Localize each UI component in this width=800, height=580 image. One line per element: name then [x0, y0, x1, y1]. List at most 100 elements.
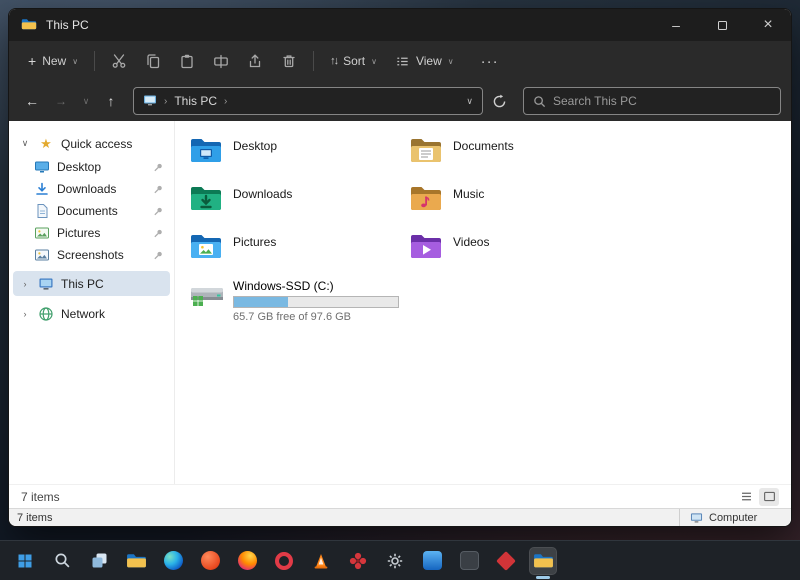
- pin-icon: [153, 250, 164, 261]
- drive-icon: [189, 279, 225, 309]
- sidebar-item-label: This PC: [61, 277, 104, 291]
- chevron-right-icon[interactable]: ›: [19, 279, 31, 289]
- folder-label: Pictures: [233, 235, 276, 249]
- taskbar-file-explorer-button[interactable]: [123, 548, 149, 574]
- back-button[interactable]: ←: [19, 88, 45, 114]
- breadcrumb-this-pc[interactable]: This PC: [174, 94, 217, 108]
- recent-locations-button[interactable]: ∨: [77, 88, 95, 114]
- brave-logo: [201, 551, 220, 570]
- folder-tile-videos[interactable]: Videos: [409, 231, 629, 263]
- close-button[interactable]: ×: [745, 9, 791, 41]
- brave-icon[interactable]: [197, 548, 223, 574]
- red-app-icon[interactable]: [493, 548, 519, 574]
- network-globe-icon: [37, 306, 55, 322]
- folder-label: Videos: [453, 235, 489, 249]
- view-button[interactable]: View ∨: [386, 46, 463, 76]
- search-input[interactable]: [553, 94, 771, 108]
- dark-app-icon[interactable]: [456, 548, 482, 574]
- toolbar-separator: [94, 51, 95, 71]
- address-dropdown-chevron[interactable]: ∨: [466, 96, 473, 107]
- rename-button[interactable]: [204, 46, 238, 76]
- chevron-down-icon[interactable]: ∨: [19, 138, 31, 149]
- folder-tile-pictures[interactable]: Pictures: [189, 231, 409, 263]
- sidebar-item-network[interactable]: › Network: [13, 301, 170, 326]
- folder-tile-downloads[interactable]: Downloads: [189, 183, 409, 215]
- view-list-icon: [395, 54, 410, 69]
- settings-icon[interactable]: [382, 548, 408, 574]
- folder-tile-documents[interactable]: Documents: [409, 135, 629, 167]
- status-zone-label: Computer: [709, 512, 757, 524]
- window-title: This PC: [46, 18, 89, 32]
- items-count: 7 items: [21, 490, 60, 504]
- sidebar-item-pictures[interactable]: Pictures: [13, 222, 170, 244]
- maximize-button[interactable]: [699, 9, 745, 41]
- edge-icon[interactable]: [160, 548, 186, 574]
- dark-app-logo: [460, 551, 479, 570]
- opera-icon[interactable]: [271, 548, 297, 574]
- share-button[interactable]: [238, 46, 272, 76]
- plus-icon: +: [28, 53, 36, 69]
- blue-app-icon[interactable]: [419, 548, 445, 574]
- sidebar-item-label: Quick access: [61, 137, 132, 151]
- sidebar-item-documents[interactable]: Documents: [13, 200, 170, 222]
- delete-button[interactable]: [272, 46, 306, 76]
- folder-grid: Desktop Documents Downloads Music: [189, 135, 791, 263]
- search-icon: [533, 95, 546, 108]
- sidebar-item-screenshots[interactable]: Screenshots: [13, 244, 170, 266]
- opera-logo: [275, 552, 293, 570]
- chevron-right-icon[interactable]: ›: [19, 309, 31, 319]
- music-folder-icon: [409, 183, 443, 213]
- sidebar-item-quick-access[interactable]: ∨ ★ Quick access: [13, 131, 170, 156]
- thumbnails-view-button[interactable]: [759, 488, 779, 506]
- explorer-content: ∨ ★ Quick access Desktop: [9, 121, 791, 484]
- taskbar-search-button[interactable]: [49, 548, 75, 574]
- pinwheel-app-icon[interactable]: [345, 548, 371, 574]
- task-view-button[interactable]: [86, 548, 112, 574]
- details-view-button[interactable]: [736, 488, 756, 506]
- firefox-icon[interactable]: [234, 548, 260, 574]
- task-view-icon: [91, 552, 108, 569]
- folder-label: Documents: [453, 139, 514, 153]
- up-button[interactable]: ↑: [98, 88, 124, 114]
- title-bar: This PC – ×: [9, 9, 791, 41]
- vlc-icon[interactable]: [308, 548, 334, 574]
- forward-button[interactable]: →: [48, 88, 74, 114]
- delete-icon: [281, 53, 297, 69]
- sidebar-item-label: Desktop: [57, 160, 101, 174]
- sidebar-item-this-pc[interactable]: › This PC: [13, 271, 170, 296]
- chevron-right-icon: ›: [164, 96, 167, 107]
- sidebar-item-downloads[interactable]: Downloads: [13, 178, 170, 200]
- sort-label: Sort: [343, 54, 365, 68]
- see-more-button[interactable]: ···: [473, 46, 507, 76]
- navigation-bar: ← → ∨ ↑ › This PC › ∨: [9, 81, 791, 121]
- window-controls: – ×: [653, 9, 791, 41]
- sidebar-item-label: Network: [61, 307, 105, 321]
- search-box: [523, 87, 781, 115]
- desktop-folder-icon: [189, 135, 223, 165]
- sort-button[interactable]: ↑↓ Sort ∨: [321, 46, 386, 76]
- pin-icon: [153, 228, 164, 239]
- sidebar-item-label: Pictures: [57, 226, 100, 240]
- drive-tile-windows-ssd[interactable]: Windows-SSD (C:) 65.7 GB free of 97.6 GB: [189, 279, 791, 323]
- folder-tile-music[interactable]: Music: [409, 183, 629, 215]
- details-view-icon: [740, 490, 753, 503]
- sidebar-item-desktop[interactable]: Desktop: [13, 156, 170, 178]
- start-button[interactable]: [12, 548, 38, 574]
- new-button[interactable]: + New ∨: [19, 46, 87, 76]
- file-explorer-open-window[interactable]: [530, 548, 556, 574]
- share-icon: [247, 53, 263, 69]
- folder-tile-desktop[interactable]: Desktop: [189, 135, 409, 167]
- address-bar[interactable]: › This PC › ∨: [133, 87, 483, 115]
- folder-label: Downloads: [233, 187, 292, 201]
- sidebar-item-label: Documents: [57, 204, 118, 218]
- firefox-logo: [238, 551, 257, 570]
- copy-button[interactable]: [136, 46, 170, 76]
- paste-button[interactable]: [170, 46, 204, 76]
- refresh-button[interactable]: [486, 88, 512, 114]
- minimize-button[interactable]: –: [653, 9, 699, 41]
- status-zone: Computer: [679, 509, 791, 526]
- chevron-down-icon: ∨: [448, 57, 454, 66]
- pin-icon: [153, 206, 164, 217]
- computer-icon: [690, 512, 703, 524]
- cut-button[interactable]: [102, 46, 136, 76]
